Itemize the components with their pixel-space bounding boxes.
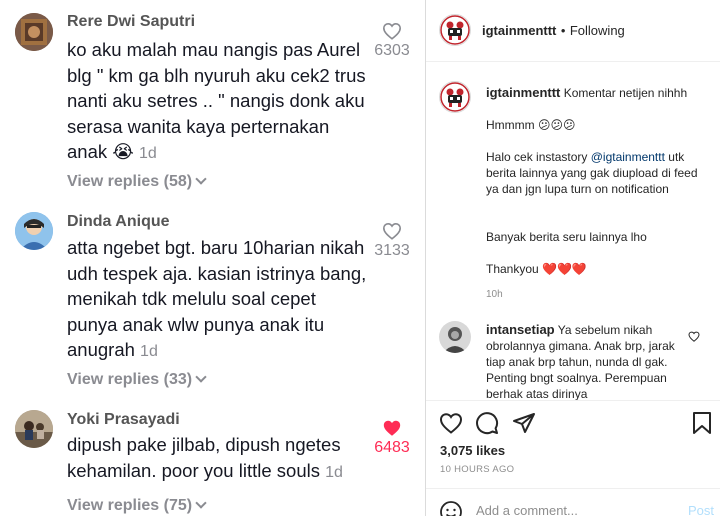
comment-username[interactable]: Yoki Prasayadi — [67, 411, 180, 429]
profile-avatar[interactable] — [439, 81, 471, 113]
mention-link[interactable]: @igtainmenttt — [591, 150, 665, 164]
post-comment-button[interactable]: Post — [688, 503, 714, 516]
like-button[interactable]: 3133 — [367, 222, 417, 260]
likes-count[interactable]: 3,075 likes — [440, 443, 505, 458]
caption-line: Banyak berita seru lainnya lho — [486, 230, 647, 244]
post-timestamp: 10 HOURS AGO — [440, 464, 515, 475]
comment-time: 1d — [139, 145, 157, 162]
share-button[interactable] — [512, 411, 536, 440]
caption-hmm: Hmmmm 😕😕😕 — [486, 118, 576, 132]
like-count: 6303 — [374, 42, 410, 59]
avatar[interactable] — [15, 410, 53, 448]
comment-text: atta ngebet bgt. baru 10harian nikah udh… — [67, 237, 367, 360]
caption-scroll-area[interactable]: igtainmenttt Komentar netijen nihhh Hmmm… — [426, 63, 720, 400]
comments-panel: Rere Dwi Saputri ko aku malah mau nangis… — [0, 0, 425, 516]
add-comment-input[interactable]: Add a comment... — [476, 503, 578, 516]
caption-thanks: Thankyou ❤️❤️❤️ — [486, 262, 587, 276]
following-button[interactable]: Following — [570, 23, 625, 38]
commenter-avatar[interactable] — [439, 321, 471, 353]
smiley-icon — [440, 501, 462, 516]
heart-outline-icon — [439, 413, 463, 434]
view-replies-button[interactable]: View replies (58) — [67, 173, 207, 191]
like-button[interactable]: 6303 — [367, 22, 417, 60]
post-actions: 3,075 likes 10 HOURS AGO — [426, 400, 720, 488]
chevron-down-icon — [195, 371, 207, 383]
profile-avatar[interactable] — [439, 14, 471, 46]
like-button[interactable] — [439, 412, 463, 439]
caption-timestamp: 10h — [486, 289, 503, 300]
comment-time: 1d — [140, 343, 158, 360]
avatar[interactable] — [15, 13, 53, 51]
heart-outline-icon — [688, 331, 700, 342]
post-header-text: igtainmenttt • Following — [482, 22, 625, 40]
instagram-post-panel: igtainmenttt • Following igtainmenttt Ko… — [425, 0, 720, 516]
save-button[interactable] — [692, 411, 712, 440]
ig-comment-text: intansetiap Ya sebelum nikah obrolannya … — [486, 322, 675, 400]
post-header: igtainmenttt • Following — [426, 0, 720, 62]
avatar[interactable] — [15, 212, 53, 250]
comment-bubble-icon — [476, 412, 499, 435]
comment-item: Yoki Prasayadi dipush pake jilbab, dipus… — [0, 400, 425, 516]
heart-filled-icon — [383, 420, 401, 436]
comment-username[interactable]: Dinda Anique — [67, 213, 170, 231]
separator-dot: • — [560, 23, 566, 38]
comment-time: 1d — [325, 463, 343, 481]
chevron-down-icon — [195, 497, 207, 509]
emoji-button[interactable] — [439, 500, 463, 516]
bookmark-icon — [693, 412, 711, 434]
caption-text: Komentar netijen nihhh — [563, 86, 688, 100]
post-username[interactable]: igtainmenttt — [482, 23, 556, 38]
heart-outline-icon — [382, 22, 402, 40]
comment-button[interactable] — [475, 411, 499, 440]
like-count: 3133 — [374, 242, 410, 259]
comment-item: Rere Dwi Saputri ko aku malah mau nangis… — [0, 0, 425, 200]
caption-paragraph: Halo cek instastory @igtainmenttt utk be… — [486, 150, 698, 196]
comment-username[interactable]: Rere Dwi Saputri — [67, 13, 195, 31]
commenter-username[interactable]: intansetiap — [486, 322, 555, 337]
comment-text: ko aku malah mau nangis pas Aurel blg " … — [67, 39, 366, 162]
paper-plane-icon — [513, 413, 535, 433]
comment-text: dipush pake jilbab, dipush ngetes kehami… — [67, 434, 343, 481]
heart-outline-icon — [382, 222, 402, 240]
igtainment-logo-icon — [440, 15, 470, 45]
comment-like-button[interactable] — [688, 329, 700, 347]
chevron-down-icon — [195, 173, 207, 185]
comment-item: Dinda Anique atta ngebet bgt. baru 10har… — [0, 200, 425, 400]
like-button[interactable]: 6483 — [367, 419, 417, 457]
view-replies-button[interactable]: View replies (33) — [67, 371, 207, 389]
view-replies-button[interactable]: View replies (75) — [67, 497, 207, 515]
like-count: 6483 — [374, 439, 410, 456]
caption-first-line: igtainmenttt Komentar netijen nihhh — [486, 85, 711, 101]
igtainment-logo-icon — [440, 82, 470, 112]
caption-username[interactable]: igtainmenttt — [486, 85, 560, 100]
add-comment-bar: Add a comment... Post — [426, 488, 720, 516]
